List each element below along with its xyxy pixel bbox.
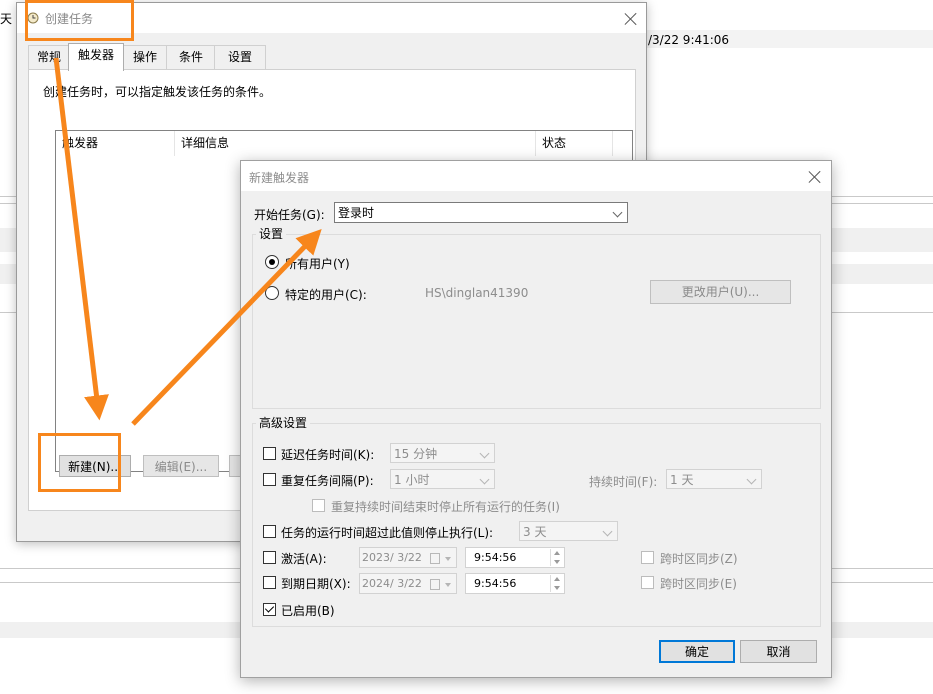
arrow-to-new-button	[53, 57, 109, 421]
arrow-to-begin-task-select	[131, 229, 322, 426]
tab-triggers[interactable]: 触发器	[68, 43, 124, 71]
annotation-arrows	[53, 57, 322, 426]
